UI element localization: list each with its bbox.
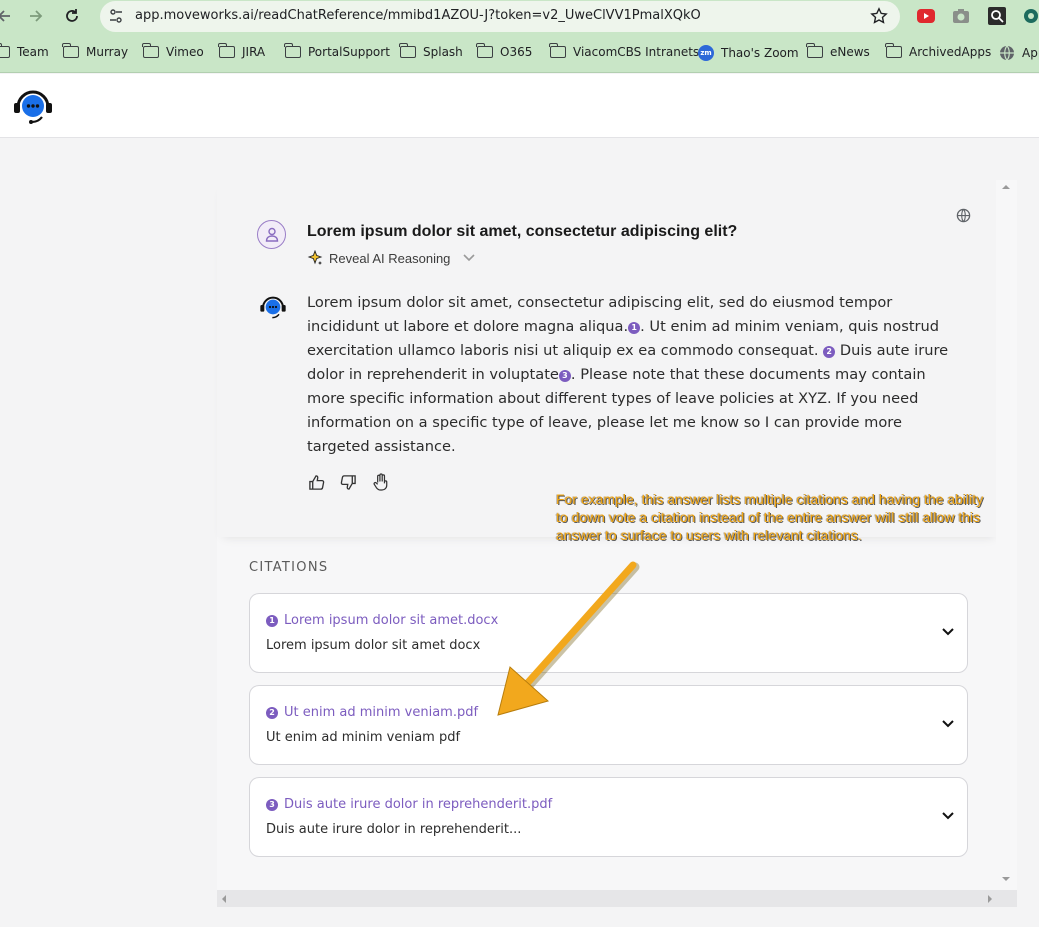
answer-card: Lorem ipsum dolor sit amet, consectetur …: [217, 180, 1000, 537]
bookmark-vimeo[interactable]: Vimeo: [142, 43, 204, 59]
bookmark-portalsupport[interactable]: PortalSupport: [284, 43, 390, 59]
bookmarks-bar: Team Murray Vimeo JIRA PortalSupport Spl…: [0, 33, 1039, 73]
youtube-extension-icon[interactable]: [917, 7, 935, 25]
annotation-callout: For example, this answer lists multiple …: [556, 491, 984, 543]
bookmark-viacomcbs-intranets[interactable]: ViacomCBS Intranets: [549, 43, 699, 59]
answer-text: Lorem ipsum dolor sit amet, consectetur …: [307, 294, 949, 455]
folder-icon: [885, 43, 902, 58]
hand-icon[interactable]: [371, 473, 389, 491]
bot-avatar: [259, 294, 287, 324]
chevron-down-icon[interactable]: [941, 714, 955, 733]
bookmark-jira[interactable]: JIRA: [218, 43, 265, 59]
citation-title[interactable]: 2 Ut enim ad minim veniam.pdf: [266, 705, 478, 720]
star-icon[interactable]: [870, 7, 888, 29]
thumbs-up-icon[interactable]: [307, 473, 325, 491]
arrow-right-icon: [30, 10, 43, 22]
citation-number: 3: [266, 798, 278, 811]
citation-title[interactable]: 1 Lorem ipsum dolor sit amet.docx: [266, 613, 498, 628]
chevron-down-icon[interactable]: [941, 622, 955, 641]
browser-toolbar: app.moveworks.ai/readChatReference/mmibd…: [0, 0, 1039, 33]
user-avatar: [257, 220, 286, 249]
folder-icon: [549, 43, 566, 58]
reveal-ai-reasoning-toggle[interactable]: Reveal AI Reasoning: [307, 250, 476, 266]
moveworks-logo[interactable]: [12, 87, 54, 129]
annotation-arrow: [497, 561, 640, 716]
site-settings-icon[interactable]: [108, 8, 124, 28]
citation-card-3[interactable]: 3 Duis aute irure dolor in reprehenderit…: [249, 777, 968, 857]
citation-marker-1[interactable]: 1: [628, 322, 641, 334]
bookmark-o365[interactable]: O365: [476, 43, 532, 59]
folder-icon: [62, 43, 79, 58]
sparkle-icon: [307, 250, 323, 265]
citation-subtitle: Ut enim ad minim veniam pdf: [266, 730, 461, 745]
folder-icon: [399, 43, 416, 58]
chevron-down-icon[interactable]: [941, 806, 955, 825]
search-extension-icon[interactable]: [988, 7, 1006, 25]
globe-icon[interactable]: [956, 208, 971, 227]
folder-icon: [142, 43, 159, 58]
globe-icon: [1000, 45, 1014, 61]
url-text[interactable]: app.moveworks.ai/readChatReference/mmibd…: [135, 8, 701, 23]
citation-subtitle: Lorem ipsum dolor sit amet docx: [266, 638, 481, 653]
user-icon: [265, 227, 278, 242]
citation-number: 2: [266, 706, 278, 719]
bot-headset-icon: [260, 296, 286, 319]
folder-icon: [806, 43, 823, 58]
reveal-label: Reveal AI Reasoning: [329, 250, 451, 266]
bookmark-app[interactable]: App: [999, 45, 1039, 61]
forward-button[interactable]: [24, 4, 48, 28]
arrow-left-icon: [0, 10, 10, 22]
reload-button[interactable]: [60, 4, 84, 28]
folder-icon: [284, 43, 301, 58]
bookmark-enews[interactable]: eNews: [806, 43, 870, 59]
citation-number: 1: [266, 614, 278, 627]
reload-icon: [66, 9, 78, 22]
gear-extension-icon[interactable]: [1022, 7, 1039, 25]
vertical-scrollbar[interactable]: [996, 180, 1017, 890]
folder-icon: [476, 43, 493, 58]
bookmark-thaos-zoom[interactable]: zm Thao's Zoom: [698, 45, 799, 61]
bot-headset-icon: [14, 90, 52, 124]
zoom-icon: zm: [698, 45, 714, 61]
citation-subtitle: Duis aute irure dolor in reprehenderit..…: [266, 822, 522, 837]
camera-extension-icon[interactable]: [952, 7, 970, 25]
folder-icon: [218, 43, 235, 58]
citations-heading: CITATIONS: [249, 560, 329, 575]
bookmark-archivedapps[interactable]: ArchivedApps: [885, 43, 991, 59]
citation-marker-3[interactable]: 3: [558, 370, 571, 382]
app-header: [0, 74, 1039, 138]
horizontal-scrollbar[interactable]: [217, 890, 1017, 907]
chevron-down-icon: [463, 254, 475, 262]
bookmark-team[interactable]: Team: [0, 43, 49, 59]
address-bar[interactable]: app.moveworks.ai/readChatReference/mmibd…: [100, 1, 900, 32]
thumbs-down-icon[interactable]: [339, 473, 357, 491]
feedback-bar: [307, 473, 389, 491]
bookmark-murray[interactable]: Murray: [62, 43, 128, 59]
back-button[interactable]: [0, 4, 16, 28]
question-text: Lorem ipsum dolor sit amet, consectetur …: [307, 223, 738, 240]
citation-marker-2[interactable]: 2: [823, 346, 836, 358]
citation-title[interactable]: 3 Duis aute irure dolor in reprehenderit…: [266, 797, 552, 812]
bookmark-splash[interactable]: Splash: [399, 43, 463, 59]
folder-icon: [0, 43, 10, 58]
